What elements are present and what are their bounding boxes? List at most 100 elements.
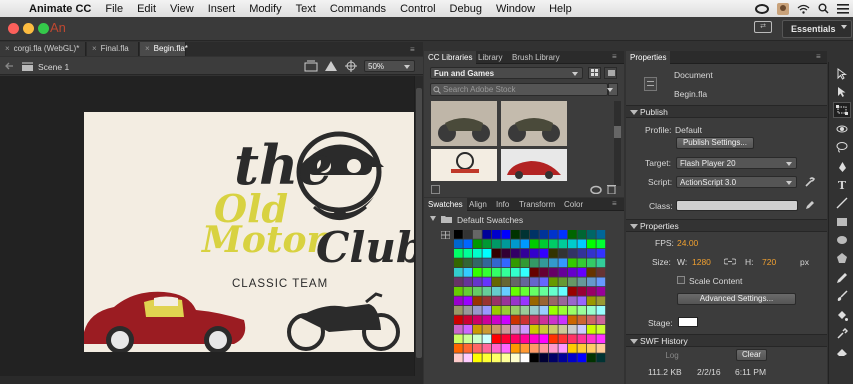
trash-icon[interactable]: [607, 184, 616, 194]
swatch-cell[interactable]: [463, 334, 473, 344]
menu-view[interactable]: View: [163, 3, 201, 15]
swatch-cell[interactable]: [558, 344, 568, 353]
swatch-cell[interactable]: [549, 258, 558, 268]
swatch-cell[interactable]: [587, 315, 596, 325]
stock-search-input[interactable]: Search Adobe Stock: [430, 83, 608, 96]
swatch-cell[interactable]: [587, 353, 596, 363]
swatch-cell[interactable]: [492, 268, 501, 277]
swatch-cell[interactable]: [520, 353, 530, 363]
swatch-cell[interactable]: [511, 249, 520, 258]
swatch-cell[interactable]: [596, 296, 606, 306]
swatch-cell[interactable]: [530, 344, 539, 353]
swatch-cell[interactable]: [549, 230, 558, 239]
swatch-cell[interactable]: [501, 268, 511, 277]
swatch-cell[interactable]: [549, 287, 558, 296]
swatch-cell[interactable]: [530, 239, 539, 249]
doc-tab-corgi[interactable]: × corgi.fla (WebGL)*: [0, 42, 86, 56]
close-icon[interactable]: ×: [5, 44, 10, 53]
menu-file[interactable]: File: [98, 3, 130, 15]
swatch-cell[interactable]: [454, 268, 463, 277]
swatch-cell[interactable]: [568, 230, 577, 239]
swatch-cell[interactable]: [511, 268, 520, 277]
swatch-cell[interactable]: [568, 306, 577, 315]
swatch-cell[interactable]: [577, 334, 587, 344]
pencil-icon[interactable]: [805, 200, 815, 210]
edit-scene-icon[interactable]: [304, 60, 318, 72]
swatch-cell[interactable]: [568, 344, 577, 353]
window-close-button[interactable]: [8, 23, 19, 34]
scroll-thumb[interactable]: [416, 88, 422, 358]
swf-history-section-header[interactable]: SWF History: [626, 334, 827, 347]
swatch-cell[interactable]: [511, 239, 520, 249]
swatch-cell[interactable]: [511, 287, 520, 296]
swatch-cell[interactable]: [577, 277, 587, 287]
swatch-cell[interactable]: [539, 249, 549, 258]
swatch-cell[interactable]: [492, 344, 501, 353]
wrench-icon[interactable]: [805, 177, 815, 187]
swatch-cell[interactable]: [511, 296, 520, 306]
swatch-cell[interactable]: [568, 296, 577, 306]
swatch-cell[interactable]: [482, 287, 492, 296]
menu-modify[interactable]: Modify: [242, 3, 288, 15]
swatch-cell[interactable]: [473, 258, 482, 268]
swatch-cell[interactable]: [596, 249, 606, 258]
swatch-cell[interactable]: [482, 353, 492, 363]
swatch-cell[interactable]: [549, 334, 558, 344]
swatch-cell[interactable]: [492, 315, 501, 325]
swatch-cell[interactable]: [587, 239, 596, 249]
swatch-cell[interactable]: [520, 325, 530, 334]
swatch-cell[interactable]: [454, 249, 463, 258]
swatch-cell[interactable]: [501, 258, 511, 268]
publish-section-header[interactable]: Publish: [626, 105, 827, 118]
swatch-cell[interactable]: [492, 325, 501, 334]
folder-expand-icon[interactable]: [430, 216, 436, 221]
swatch-cell[interactable]: [549, 239, 558, 249]
swatch-cell[interactable]: [596, 230, 606, 239]
swatch-cell[interactable]: [587, 306, 596, 315]
swatch-cell[interactable]: [530, 258, 539, 268]
oval-tool-icon[interactable]: [833, 232, 851, 248]
swatch-cell[interactable]: [530, 268, 539, 277]
swatch-cell[interactable]: [473, 334, 482, 344]
swatch-cell[interactable]: [577, 268, 587, 277]
swatch-cell[interactable]: [530, 296, 539, 306]
swatch-cell[interactable]: [520, 230, 530, 239]
swatch-cell[interactable]: [558, 296, 568, 306]
tab-color[interactable]: Color: [560, 198, 587, 211]
swatch-cell[interactable]: [454, 287, 463, 296]
swatch-cell[interactable]: [596, 306, 606, 315]
swatch-cell[interactable]: [463, 258, 473, 268]
eyedropper-tool-icon[interactable]: [833, 326, 851, 342]
swatch-cell[interactable]: [530, 277, 539, 287]
swatch-cell[interactable]: [473, 315, 482, 325]
swatch-cell[interactable]: [539, 230, 549, 239]
fps-value[interactable]: 24.00: [677, 238, 698, 248]
doc-tab-final[interactable]: × Final.fla: [87, 42, 139, 56]
swatch-cell[interactable]: [539, 325, 549, 334]
swatch-cell[interactable]: [454, 306, 463, 315]
swatch-cell[interactable]: [501, 296, 511, 306]
swatch-cell[interactable]: [482, 268, 492, 277]
swatch-cell[interactable]: [568, 287, 577, 296]
swatch-cell[interactable]: [530, 334, 539, 344]
pencil-tool-icon[interactable]: [833, 270, 851, 286]
swatch-cell[interactable]: [530, 315, 539, 325]
swatch-cell[interactable]: [454, 344, 463, 353]
swatch-cell[interactable]: [501, 334, 511, 344]
swatch-cell[interactable]: [568, 334, 577, 344]
swatch-cell[interactable]: [596, 268, 606, 277]
menu-commands[interactable]: Commands: [323, 3, 393, 15]
swatch-cell[interactable]: [596, 277, 606, 287]
swatch-cell[interactable]: [511, 306, 520, 315]
text-tool-icon[interactable]: T: [833, 177, 851, 193]
app-menu[interactable]: Animate CC: [22, 3, 98, 15]
swatch-cell[interactable]: [587, 325, 596, 334]
swatch-cell[interactable]: [520, 296, 530, 306]
swatch-cell[interactable]: [539, 334, 549, 344]
swatch-cell[interactable]: [473, 287, 482, 296]
swatch-cell[interactable]: [482, 306, 492, 315]
swatch-cell[interactable]: [596, 344, 606, 353]
swatch-cell[interactable]: [558, 287, 568, 296]
back-arrow-icon[interactable]: [5, 62, 14, 70]
swatch-cell[interactable]: [587, 230, 596, 239]
